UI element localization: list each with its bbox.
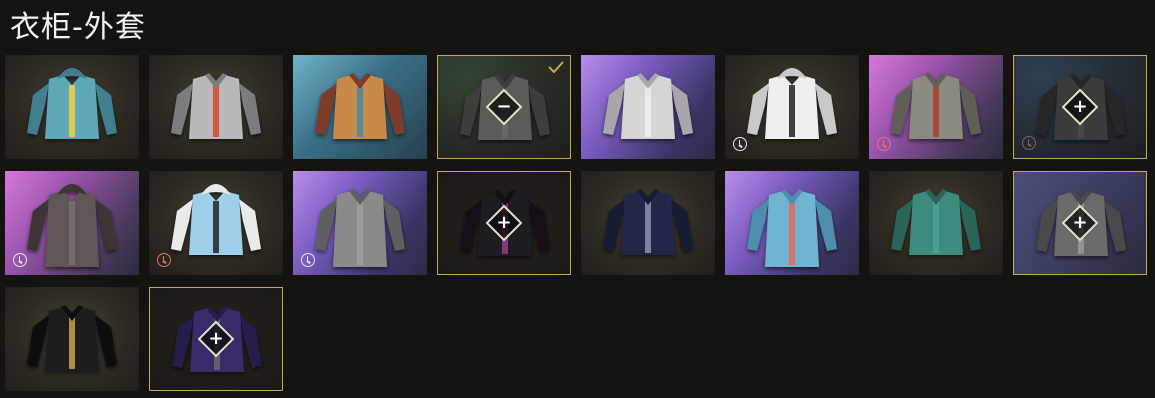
jacket-image xyxy=(603,189,693,255)
wardrobe-item-grey-jacket-add[interactable]: + xyxy=(1013,171,1147,275)
wardrobe-item-pattern-shirt[interactable] xyxy=(293,55,427,159)
wardrobe-item-equipped-jacket[interactable]: − xyxy=(437,55,571,159)
jacket-image xyxy=(27,68,117,139)
checkmark-icon xyxy=(548,61,564,73)
wardrobe-item-metallic-jacket[interactable] xyxy=(581,55,715,159)
wardrobe-item-dark-jacket-add[interactable]: + xyxy=(1013,55,1147,159)
action-symbol: + xyxy=(496,212,512,233)
wardrobe-item-white-hoodie[interactable] xyxy=(725,55,859,159)
wardrobe-item-hooded-cloak[interactable] xyxy=(5,171,139,275)
jacket-image xyxy=(891,189,981,255)
jacket-image xyxy=(315,73,405,139)
wardrobe-item-green-shirt[interactable] xyxy=(869,171,1003,275)
wardrobe-item-blue-jumpsuit[interactable] xyxy=(725,171,859,275)
clock-icon xyxy=(301,253,315,267)
clock-icon xyxy=(877,137,891,151)
wardrobe-item-black-pink-add[interactable]: + xyxy=(437,171,571,275)
wardrobe-item-navy-sweater[interactable] xyxy=(581,171,715,275)
clock-icon xyxy=(733,137,747,151)
jacket-image xyxy=(747,189,837,267)
clock-icon xyxy=(157,253,171,267)
wardrobe-grid: − + + + + xyxy=(5,55,1147,391)
clock-icon xyxy=(1022,136,1036,150)
wardrobe-item-bomber-pink[interactable] xyxy=(869,55,1003,159)
wardrobe-item-hoodie-teal[interactable] xyxy=(5,55,139,159)
action-symbol: + xyxy=(1072,96,1088,117)
wardrobe-item-long-coat[interactable] xyxy=(293,171,427,275)
jacket-image xyxy=(27,305,117,371)
wardrobe-item-blue-white-hoodie[interactable] xyxy=(149,171,283,275)
page-title: 衣柜-外套 xyxy=(10,10,146,45)
clock-icon xyxy=(13,253,27,267)
action-symbol: − xyxy=(496,96,512,117)
wardrobe-item-gold-black-jacket[interactable] xyxy=(5,287,139,391)
jacket-image xyxy=(603,73,693,139)
wardrobe-item-purple-jacket-add[interactable]: + xyxy=(149,287,283,391)
jacket-image xyxy=(171,73,261,139)
wardrobe-item-silver-jacket-red[interactable] xyxy=(149,55,283,159)
action-symbol: + xyxy=(1072,212,1088,233)
action-symbol: + xyxy=(208,328,224,349)
